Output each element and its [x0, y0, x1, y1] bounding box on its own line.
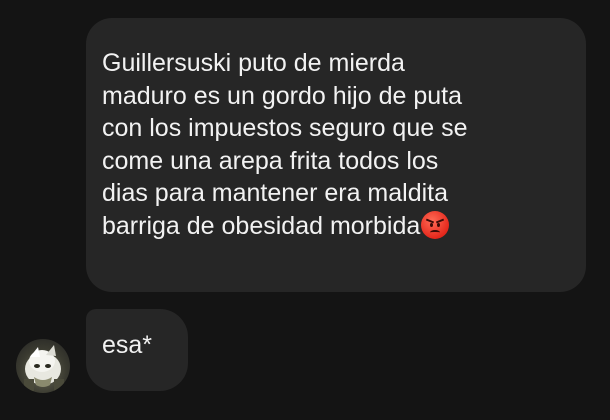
avatar-image-icon	[24, 345, 64, 391]
message-bubble-sent[interactable]: Guillersuski puto de mierda maduro es un…	[86, 18, 586, 292]
avatar[interactable]	[16, 339, 70, 393]
message-bubble-received[interactable]: esa*	[86, 309, 188, 391]
message-text: Guillersuski puto de mierda maduro es un…	[102, 49, 468, 240]
message-text: esa*	[102, 331, 153, 359]
chat-thread: Guillersuski puto de mierda maduro es un…	[0, 0, 610, 420]
angry-face-emoji-icon	[421, 210, 450, 239]
